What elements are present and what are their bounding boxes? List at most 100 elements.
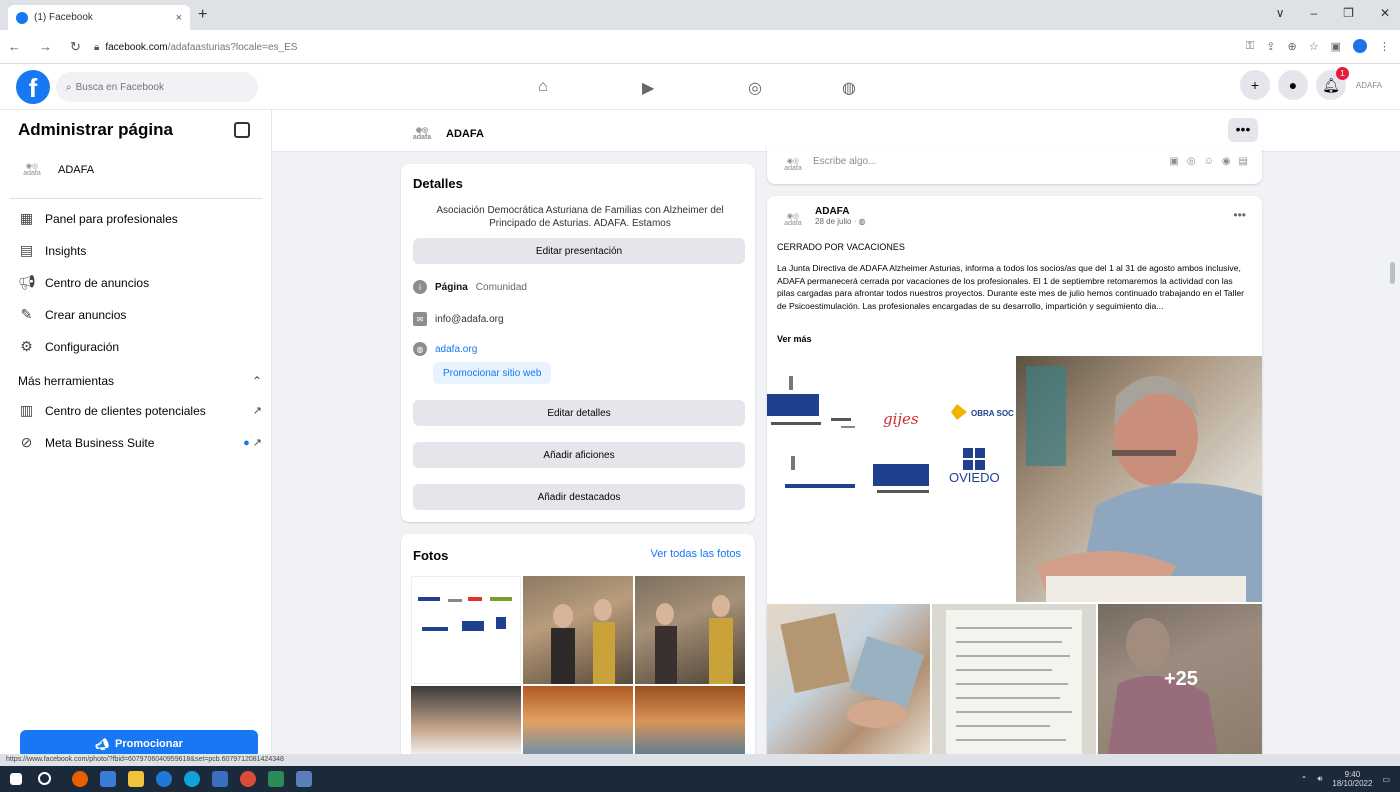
post-options-icon[interactable]: ••• [1233, 208, 1246, 222]
browser-tab[interactable]: (1) Facebook × [8, 5, 190, 30]
post-author[interactable]: ADAFA [815, 206, 866, 217]
home-icon[interactable]: ⌂ [538, 78, 548, 96]
photo-thumbnail-event-3[interactable] [411, 686, 521, 754]
tag-icon[interactable]: ◎ [1187, 156, 1196, 167]
page-label: Página [435, 281, 468, 293]
profile-icon[interactable] [1353, 39, 1367, 53]
sidebar-page-switcher[interactable]: ◉◎ adafa ADAFA [18, 156, 94, 184]
edge-icon[interactable] [156, 771, 172, 787]
page-logo-icon[interactable]: ◉◎ adafa [779, 206, 807, 234]
sidebar-item-ads-center[interactable]: 📢︎ Centro de anuncios [18, 274, 262, 291]
photo-thumbnail-logos[interactable] [411, 576, 521, 684]
post-image-puzzle-hands[interactable] [767, 604, 930, 754]
windows-start-icon[interactable] [10, 773, 22, 785]
create-button[interactable]: + [1240, 70, 1270, 100]
share-icon[interactable]: ⇪ [1266, 40, 1275, 53]
sidepanel-icon[interactable]: ▣ [1331, 40, 1341, 53]
photo-thumbnail-event-2[interactable] [635, 576, 745, 684]
edit-presentation-button[interactable]: Editar presentación [413, 238, 745, 264]
feeling-icon[interactable]: ☺ [1204, 156, 1214, 167]
post-date[interactable]: 28 de julio [815, 217, 851, 226]
details-description: Asociación Democrática Asturiana de Fami… [436, 205, 724, 229]
system-tray: ⌃ 🔊︎ 9:40 18/10/2022 ▭ [1301, 770, 1390, 788]
see-all-photos-link[interactable]: Ver todas las fotos [651, 548, 742, 560]
page-scrollbar[interactable] [1390, 262, 1395, 284]
back-arrow-icon[interactable]: ← [8, 39, 21, 55]
marketplace-icon[interactable]: ◎ [748, 78, 762, 98]
page-more-button[interactable]: ••• [1228, 118, 1258, 142]
url-path: /adafaasturias?locale=es_ES [167, 41, 298, 53]
mail-icon[interactable] [100, 771, 116, 787]
add-featured-button[interactable]: Añadir destacados [413, 484, 745, 510]
post-composer: ◉◎ adafa Escribe algo... ▣ ◎ ☺ ◉ ▤ [767, 146, 1262, 184]
photo-thumbnail-event-5[interactable] [635, 686, 745, 754]
sidebar-item-insights[interactable]: ▤ Insights [18, 242, 262, 259]
see-more-link[interactable]: Ver más [777, 334, 812, 344]
url-host: facebook.com [105, 41, 168, 53]
photo-thumbnail-event-4[interactable] [523, 686, 633, 754]
page-header-name[interactable]: ◉◎ adafa ADAFA [408, 120, 484, 148]
sidebar-item-leads-center[interactable]: ▥ Centro de clientes potenciales ↗ [18, 402, 262, 419]
windows-taskbar: ⌃ 🔊︎ 9:40 18/10/2022 ▭ [0, 766, 1400, 792]
edit-icon: ✎ [20, 306, 33, 322]
website-link[interactable]: adafa.org [435, 344, 477, 355]
new-tab-button[interactable]: + [198, 6, 207, 24]
sidebar-title: Administrar página [18, 120, 173, 139]
composer-input[interactable]: Escribe algo... [813, 156, 876, 167]
messenger-icon[interactable]: ● [1278, 70, 1308, 100]
tray-chevron-icon[interactable]: ⌃ [1301, 775, 1308, 784]
video-icon[interactable]: ▶ [642, 78, 654, 98]
tab-close-icon[interactable]: × [176, 12, 182, 24]
post-image-man-puzzle[interactable] [1016, 356, 1262, 602]
star-icon[interactable]: ☆ [1309, 40, 1319, 53]
sidebar-item-meta-business-suite[interactable]: ⊘ Meta Business Suite ● ↗ [18, 434, 262, 451]
details-card: Detalles Asociación Democrática Asturian… [401, 164, 755, 522]
reload-icon[interactable]: ↻ [70, 39, 81, 55]
post-image-worksheet[interactable] [932, 604, 1096, 754]
photo-thumbnail-event-1[interactable] [523, 576, 633, 684]
more-tools-header[interactable]: Más herramientas ⌃ [18, 374, 262, 388]
maximize-button[interactable]: ❐ [1343, 6, 1354, 20]
zoom-icon[interactable]: ⊕ [1288, 40, 1297, 53]
address-bar[interactable]: 🔒︎ facebook.com /adafaasturias?locale=es… [86, 36, 1226, 58]
gaming-icon[interactable]: ◍ [842, 78, 856, 98]
store-icon[interactable] [212, 771, 228, 787]
sidebar-item-settings[interactable]: ⚙ Configuración [18, 338, 262, 355]
kebab-menu-icon[interactable]: ⋮ [1379, 40, 1390, 53]
manage-page-sidebar: Administrar página ◉◎ adafa ADAFA ▦ Panel… [0, 110, 272, 758]
facebook-search[interactable]: ⌕ [56, 72, 258, 102]
notifications-icon[interactable]: 🔔︎ 1 [1316, 67, 1349, 100]
event-icon[interactable]: ▤ [1239, 156, 1248, 167]
location-icon[interactable]: ◉ [1222, 156, 1231, 167]
account-avatar[interactable]: ADAFA [1354, 70, 1384, 100]
facebook-header: f ⌕ ⌂ ▶ ◎ ◍ + ● 🔔︎ 1 ADAFA [0, 64, 1400, 110]
tab-search-icon[interactable]: ∨ [1276, 6, 1285, 20]
post-image-logos[interactable]: gijes OBRA SOCIAL OVIEDO [767, 356, 1014, 602]
folder-icon[interactable] [128, 771, 144, 787]
search-input[interactable] [75, 81, 236, 93]
sidebar-toggle-icon[interactable] [234, 122, 250, 138]
add-hobbies-button[interactable]: Añadir aficiones [413, 442, 745, 468]
app-icon[interactable] [268, 771, 284, 787]
search-icon[interactable] [38, 772, 51, 785]
forward-arrow-icon[interactable]: → [39, 39, 52, 55]
promote-website-button[interactable]: Promocionar sitio web [433, 362, 552, 384]
minimize-button[interactable]: – [1310, 6, 1317, 20]
facebook-logo-icon[interactable]: f [16, 70, 50, 104]
chrome-icon[interactable] [240, 771, 256, 787]
meta-icon: ⊘ [20, 434, 33, 450]
post-image-more[interactable]: +25 [1098, 604, 1262, 754]
key-icon[interactable]: ⚿ [1246, 40, 1254, 53]
close-window-button[interactable]: ✕ [1380, 6, 1390, 20]
edit-details-button[interactable]: Editar detalles [413, 400, 745, 426]
chevron-up-icon: ⌃ [251, 374, 262, 388]
search-icon: ⌕ [66, 81, 72, 93]
photo-icon[interactable]: ▣ [1169, 156, 1178, 167]
sidebar-item-professional-dashboard[interactable]: ▦ Panel para profesionales [18, 210, 262, 227]
notification-center-icon[interactable]: ▭ [1382, 775, 1390, 784]
volume-icon[interactable]: 🔊︎ [1317, 774, 1322, 784]
people-icon[interactable] [296, 771, 312, 787]
edge-chromium-icon[interactable] [184, 771, 200, 787]
firefox-icon[interactable] [72, 771, 88, 787]
sidebar-item-create-ads[interactable]: ✎ Crear anuncios [18, 306, 262, 323]
